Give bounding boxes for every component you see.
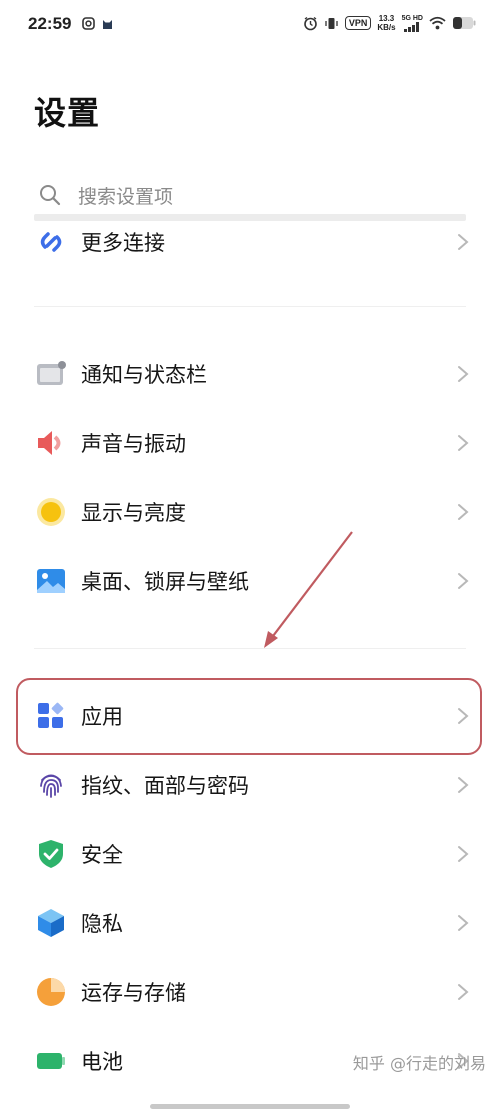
- brightness-icon: [36, 497, 66, 527]
- settings-item-label: 通知与状态栏: [81, 363, 207, 387]
- shield-icon: [36, 839, 66, 869]
- settings-item-more-connections[interactable]: 更多连接: [0, 212, 500, 272]
- fingerprint-icon: [36, 770, 66, 800]
- settings-item-label: 安全: [81, 843, 123, 867]
- vibrate-icon: [325, 17, 338, 29]
- settings-item-biometrics[interactable]: 指纹、面部与密码: [0, 755, 500, 815]
- network-speed-value: 13.3: [378, 14, 395, 23]
- chevron-right-icon: [458, 504, 469, 520]
- status-bar: 22:59 VPN 13.3 KB/s 5G HD: [0, 0, 500, 52]
- settings-item-wallpaper[interactable]: 桌面、锁屏与壁纸: [0, 551, 500, 611]
- alarm-icon: [304, 16, 317, 30]
- link-icon: [36, 227, 66, 257]
- settings-item-label: 指纹、面部与密码: [81, 774, 249, 798]
- network-speed: 13.3 KB/s: [377, 14, 395, 32]
- cat-icon: [103, 20, 112, 29]
- settings-item-display[interactable]: 显示与亮度: [0, 482, 500, 542]
- settings-item-label: 隐私: [81, 912, 123, 936]
- annotation-highlight-box: [16, 678, 482, 755]
- chevron-right-icon: [458, 234, 469, 250]
- settings-item-label: 桌面、锁屏与壁纸: [81, 570, 249, 594]
- signal-label: 5G HD: [401, 14, 423, 22]
- settings-item-security[interactable]: 安全: [0, 824, 500, 884]
- notification-icons: [82, 17, 114, 30]
- battery-setting-icon: [36, 1046, 66, 1076]
- wifi-icon: [429, 16, 446, 30]
- search-icon: [40, 185, 61, 206]
- chevron-right-icon: [458, 435, 469, 451]
- chevron-right-icon: [458, 777, 469, 793]
- system-icons: VPN 13.3 KB/s 5G HD: [303, 14, 476, 32]
- page-title: 设置: [34, 94, 101, 132]
- settings-item-label: 运存与存储: [81, 981, 186, 1005]
- status-time: 22:59: [28, 14, 72, 33]
- privacy-cube-icon: [36, 908, 66, 938]
- search-placeholder: 搜索设置项: [78, 185, 174, 208]
- wallpaper-icon: [36, 566, 66, 596]
- chevron-right-icon: [458, 366, 469, 382]
- settings-item-label: 电池: [81, 1050, 123, 1074]
- battery-icon: [453, 17, 476, 29]
- notification-icon: [36, 359, 66, 389]
- storage-pie-icon: [36, 977, 66, 1007]
- settings-item-privacy[interactable]: 隐私: [0, 893, 500, 953]
- settings-item-label: 声音与振动: [81, 432, 186, 456]
- watermark-text: 知乎 @行走的刘易: [352, 1054, 486, 1073]
- section-divider: [34, 306, 466, 307]
- speaker-icon: [36, 428, 66, 458]
- instagram-icon: [82, 17, 95, 30]
- section-divider: [34, 648, 466, 649]
- signal-icon: [404, 21, 420, 32]
- network-speed-unit: KB/s: [377, 23, 396, 32]
- settings-item-sound[interactable]: 声音与振动: [0, 413, 500, 473]
- vpn-badge: VPN: [344, 16, 372, 30]
- chevron-right-icon: [458, 846, 469, 862]
- home-indicator[interactable]: [150, 1104, 350, 1109]
- settings-item-notifications[interactable]: 通知与状态栏: [0, 344, 500, 404]
- settings-item-label: 显示与亮度: [81, 501, 186, 525]
- signal-indicator: 5G HD: [402, 15, 423, 32]
- chevron-right-icon: [458, 573, 469, 589]
- settings-item-label: 更多连接: [81, 231, 165, 255]
- settings-item-storage[interactable]: 运存与存储: [0, 962, 500, 1022]
- search-input[interactable]: 搜索设置项: [34, 174, 466, 216]
- chevron-right-icon: [458, 915, 469, 931]
- chevron-right-icon: [458, 984, 469, 1000]
